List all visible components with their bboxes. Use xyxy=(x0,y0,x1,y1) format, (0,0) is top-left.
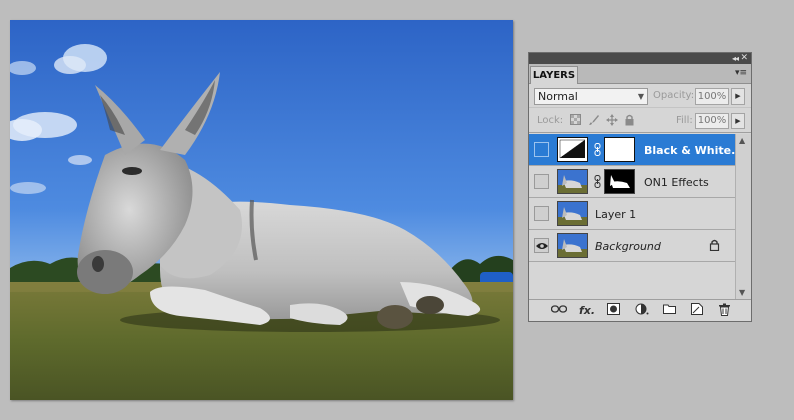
visibility-toggle[interactable] xyxy=(534,142,549,157)
lock-label: Lock: xyxy=(537,115,564,126)
panel-menu-icon[interactable]: ▾≡ xyxy=(735,69,747,78)
layer-thumbnail xyxy=(557,169,588,194)
opacity-label: Opacity: xyxy=(653,90,695,101)
adjustment-layer-icon[interactable] xyxy=(635,303,649,318)
layer-thumbnail xyxy=(557,201,588,226)
layer-thumbnail xyxy=(557,233,588,258)
lock-position-icon[interactable] xyxy=(605,114,618,127)
layer-name: Black & White... xyxy=(644,144,744,157)
opacity-slider-button[interactable]: ▶ xyxy=(731,88,745,105)
visibility-toggle[interactable] xyxy=(534,238,549,253)
document-canvas[interactable] xyxy=(10,20,513,400)
opacity-input[interactable]: 100% xyxy=(695,88,729,105)
layer-row-layer-1[interactable]: Layer 1 xyxy=(529,198,735,230)
scroll-down-icon[interactable]: ▼ xyxy=(739,288,745,297)
blend-mode-value: Normal xyxy=(538,90,578,103)
layer-list-scrollbar[interactable]: ▲ ▼ xyxy=(735,134,751,299)
adjustment-thumbnail xyxy=(557,137,588,162)
trash-icon[interactable] xyxy=(719,303,730,318)
new-layer-icon[interactable] xyxy=(691,303,703,318)
chevron-down-icon: ▼ xyxy=(637,92,644,101)
layers-panel: ◂◂ ✕ LAYERS ▾≡ Normal ▼ Opacity: 100% ▶ … xyxy=(528,52,752,322)
layer-list: Black & White... ON1 Effects Layer 1 Bac… xyxy=(529,134,744,299)
visibility-toggle[interactable] xyxy=(534,206,549,221)
lock-image-pixels-icon[interactable] xyxy=(587,114,600,127)
tab-layers[interactable]: LAYERS xyxy=(530,66,578,84)
eye-icon xyxy=(536,243,548,249)
layer-name: ON1 Effects xyxy=(644,176,709,189)
blend-mode-select[interactable]: Normal ▼ xyxy=(534,88,648,105)
fill-label: Fill: xyxy=(676,115,693,126)
layer-row-on1-effects[interactable]: ON1 Effects xyxy=(529,166,735,198)
add-mask-icon[interactable] xyxy=(607,303,620,318)
layer-name: Background xyxy=(595,240,661,253)
scroll-up-icon[interactable]: ▲ xyxy=(739,136,745,145)
donkey-photo xyxy=(10,20,513,400)
lock-row: Lock: Fill: 100% ▶ xyxy=(529,108,751,133)
mask-link-icon[interactable] xyxy=(593,143,601,157)
visibility-toggle[interactable] xyxy=(534,174,549,189)
panel-tab-bar: LAYERS ▾≡ xyxy=(529,64,751,84)
layer-mask-thumbnail[interactable] xyxy=(604,137,635,162)
fill-input[interactable]: 100% xyxy=(695,113,729,129)
group-icon[interactable] xyxy=(663,303,676,318)
link-layers-icon[interactable] xyxy=(550,303,568,318)
layer-name: Layer 1 xyxy=(595,208,637,221)
layer-row-background[interactable]: Background xyxy=(529,230,735,262)
panel-title-bar: ◂◂ ✕ xyxy=(529,53,751,64)
blend-row: Normal ▼ Opacity: 100% ▶ xyxy=(529,84,751,108)
lock-icon xyxy=(709,239,721,252)
collapse-panel-icon[interactable]: ◂◂ xyxy=(732,53,739,64)
lock-all-icon[interactable] xyxy=(623,114,636,127)
fx-icon[interactable]: fx. xyxy=(579,303,595,318)
panel-footer: fx. xyxy=(529,299,751,321)
lock-transparent-pixels-icon[interactable] xyxy=(569,114,582,127)
fill-slider-button[interactable]: ▶ xyxy=(731,113,745,129)
mask-link-icon[interactable] xyxy=(593,175,601,189)
close-panel-icon[interactable]: ✕ xyxy=(740,53,748,64)
layer-row-black-white[interactable]: Black & White... xyxy=(529,134,744,166)
layer-mask-thumbnail[interactable] xyxy=(604,169,635,194)
